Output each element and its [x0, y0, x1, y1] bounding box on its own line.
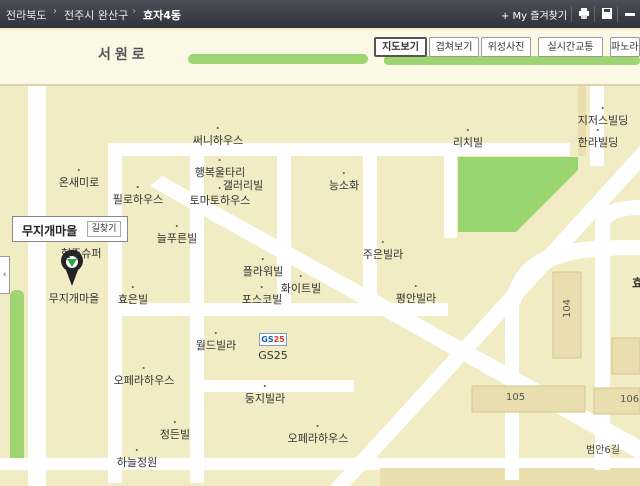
poi-label[interactable]: 한라빌딩	[578, 129, 618, 150]
view-map-button[interactable]: 지도보기	[374, 37, 427, 57]
lot-number-label: 106	[620, 394, 640, 405]
toolbar-divider	[594, 6, 595, 22]
poi-label[interactable]: 포스코빌	[242, 286, 282, 307]
satellite-view-button[interactable]: 위성사진	[481, 37, 531, 57]
breadcrumb-city[interactable]: 전주시 완산구	[64, 7, 128, 23]
poi-label[interactable]: 월드빌라	[196, 332, 236, 353]
poi-label[interactable]: 효은빌	[118, 286, 148, 307]
lot-number-label: 104	[562, 298, 574, 319]
poi-label[interactable]: 플라워빌	[243, 258, 283, 279]
poi-label[interactable]: 평안빌라	[396, 285, 436, 306]
gs25-logo-icon: GS25	[259, 333, 287, 346]
poi-label[interactable]: 화이트빌	[281, 275, 321, 296]
poi-label[interactable]: GS25	[258, 349, 288, 362]
poi-label: 효	[632, 276, 640, 290]
directions-button[interactable]: 길찾기	[87, 221, 121, 237]
poi-label[interactable]: 토마토하우스	[190, 187, 250, 208]
poi-label[interactable]: 현주슈퍼	[61, 245, 101, 261]
place-popup: 무지개마을 길찾기	[12, 216, 128, 242]
poi-label[interactable]: 무지개마을	[49, 290, 100, 306]
poi-label[interactable]: 늘푸른빌	[157, 225, 197, 246]
top-bar: 전라북도 › 전주시 완산구 › 효자4동 + My 즐겨찾기	[0, 0, 640, 28]
breadcrumb-separator-icon: ›	[53, 6, 57, 17]
overlay-view-button[interactable]: 겹쳐보기	[429, 37, 479, 57]
street-label: 범안6길	[586, 445, 620, 456]
poi-label[interactable]: 리치빌	[453, 129, 483, 150]
print-icon[interactable]	[578, 8, 590, 19]
poi-label[interactable]: 둥지빌라	[245, 385, 285, 406]
sidebar-toggle-button[interactable]: ‹	[0, 256, 10, 294]
poi-label[interactable]: 지저스빌딩	[578, 107, 628, 128]
poi-label[interactable]: 써니하우스	[193, 127, 243, 148]
poi-label[interactable]: 오페라하우스	[114, 367, 174, 388]
chevron-left-icon: ‹	[2, 270, 7, 280]
poi-label[interactable]: 정든빌	[160, 421, 190, 442]
popup-title: 무지개마을	[22, 224, 78, 238]
breadcrumb-province[interactable]: 전라북도	[6, 7, 46, 23]
breadcrumb-separator-icon: ›	[132, 6, 136, 17]
toolbar-divider	[617, 6, 618, 22]
poi-label[interactable]: 오페라하우스	[288, 425, 348, 446]
poi-label[interactable]: 주은빌라	[363, 241, 403, 262]
panorama-button[interactable]: 파노라마	[610, 37, 640, 57]
breadcrumb-dong[interactable]: 효자4동	[143, 7, 181, 23]
save-icon[interactable]	[601, 8, 613, 19]
poi-label[interactable]: 온새미로	[59, 169, 99, 190]
poi-label[interactable]: 필로하우스	[113, 186, 163, 207]
toolbar-divider	[571, 6, 572, 22]
poi-label[interactable]: 갤러리빌	[223, 177, 263, 193]
minimize-icon[interactable]	[624, 8, 636, 19]
favorites-button[interactable]: + My 즐겨찾기	[501, 7, 567, 22]
poi-label[interactable]: 능소화	[329, 172, 359, 193]
road-label: 서원로	[98, 47, 149, 63]
poi-label[interactable]: 하늘정원	[117, 449, 157, 470]
realtime-traffic-button[interactable]: 실시간교통	[538, 37, 603, 57]
lot-number-label: 105	[506, 392, 526, 403]
